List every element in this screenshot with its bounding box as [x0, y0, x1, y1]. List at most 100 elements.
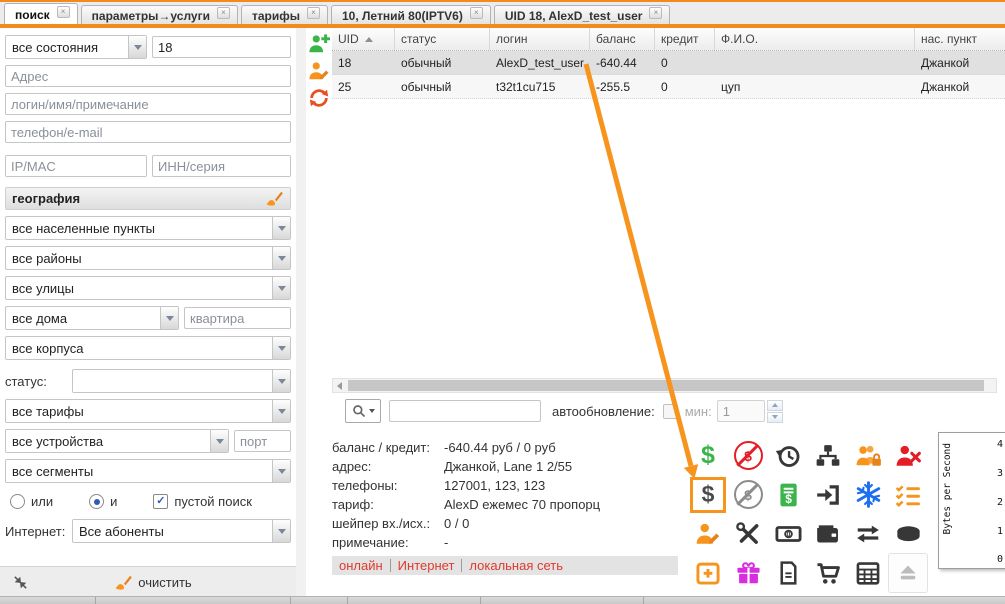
chevron-down-icon[interactable] — [272, 370, 290, 392]
checklist-button[interactable] — [888, 475, 928, 514]
uid-input[interactable] — [152, 36, 291, 58]
wallet-button[interactable] — [808, 514, 848, 553]
panel-splitter[interactable] — [296, 28, 306, 597]
edit-user-button[interactable] — [688, 514, 728, 553]
tab-user[interactable]: UID 18, AlexD_test_user × — [494, 5, 671, 26]
document-button[interactable] — [768, 553, 808, 592]
autorefresh-checkbox[interactable] — [663, 404, 678, 419]
charge-dollar-button[interactable]: $ — [688, 475, 728, 514]
tab-search[interactable]: поиск × — [4, 3, 78, 26]
chevron-down-icon[interactable] — [128, 36, 146, 58]
column-header-uid[interactable]: UID — [332, 28, 395, 50]
streets-select[interactable]: все улицы — [5, 276, 291, 300]
tab-house[interactable]: 10, Летний 80(IPTV6) × — [331, 5, 491, 26]
network-map-button[interactable] — [808, 436, 848, 475]
or-radio[interactable] — [10, 494, 25, 509]
eject-button[interactable] — [888, 553, 928, 592]
payment-blocked-button[interactable]: $ — [728, 436, 768, 475]
segments-select[interactable]: все сегменты — [5, 459, 291, 483]
users-lock-button[interactable] — [848, 436, 888, 475]
inn-input[interactable] — [152, 155, 291, 177]
column-header-balance[interactable]: баланс — [590, 28, 655, 50]
chevron-down-icon[interactable] — [210, 430, 228, 452]
stepper-down-button[interactable] — [767, 412, 783, 423]
login-name-input[interactable] — [5, 93, 291, 115]
cart-button[interactable] — [808, 553, 848, 592]
devices-select[interactable]: все устройства — [5, 429, 229, 453]
districts-select[interactable]: все районы — [5, 246, 291, 270]
sitemap-icon — [815, 443, 841, 469]
scroll-left-button[interactable] — [333, 379, 346, 392]
clear-brush-icon[interactable] — [265, 189, 284, 208]
freeze-button[interactable] — [848, 475, 888, 514]
status-select[interactable] — [72, 369, 291, 393]
close-icon[interactable]: × — [217, 7, 230, 19]
quick-search-input[interactable] — [389, 400, 541, 422]
and-radio[interactable] — [89, 494, 104, 509]
tab-params-services[interactable]: параметры→услуги × — [81, 5, 238, 26]
scrollbar-thumb[interactable] — [348, 380, 984, 391]
houses-select[interactable]: все дома — [5, 306, 179, 330]
chevron-down-icon[interactable] — [272, 217, 290, 239]
state-select[interactable]: все состояния — [5, 35, 147, 59]
stepper-up-button[interactable] — [767, 400, 783, 411]
charge-disabled-button[interactable]: $ — [728, 475, 768, 514]
chevron-down-icon[interactable] — [272, 460, 290, 482]
delete-user-button[interactable] — [888, 436, 928, 475]
column-header-status[interactable]: статус — [395, 28, 490, 50]
invoice-button[interactable]: $ — [768, 475, 808, 514]
internet-select[interactable]: Все абоненты — [72, 519, 291, 543]
clear-filters-button[interactable]: очистить — [0, 573, 306, 592]
detail-label: адрес: — [332, 457, 444, 476]
ip-mac-input[interactable] — [5, 155, 147, 177]
port-input[interactable] — [234, 430, 291, 452]
settlements-select[interactable]: все населенные пункты — [5, 216, 291, 240]
close-icon[interactable]: × — [649, 7, 662, 19]
buildings-select[interactable]: все корпуса — [5, 336, 291, 360]
gift-button[interactable] — [728, 553, 768, 592]
horizontal-scrollbar[interactable] — [332, 378, 997, 393]
chevron-down-icon[interactable] — [272, 520, 290, 542]
internet-link[interactable]: Интернет — [391, 559, 463, 572]
tab-tariffs[interactable]: тарифы × — [241, 5, 328, 26]
database-button[interactable] — [888, 514, 928, 553]
close-icon[interactable]: × — [307, 7, 320, 19]
add-user-button[interactable] — [308, 33, 330, 55]
phone-email-input[interactable] — [5, 121, 291, 143]
chevron-down-icon[interactable] — [272, 247, 290, 269]
tools-button[interactable] — [728, 514, 768, 553]
tariffs-select[interactable]: все тарифы — [5, 399, 291, 423]
close-icon[interactable]: × — [470, 7, 483, 19]
subscriber-details: баланс / кредит:-640.44 руб / 0 руб адре… — [332, 438, 678, 575]
online-link[interactable]: онлайн — [332, 559, 391, 572]
payment-dollar-button[interactable]: $ — [688, 436, 728, 475]
search-mode-button[interactable] — [345, 399, 381, 423]
column-header-login[interactable]: логин — [490, 28, 590, 50]
table-row[interactable]: 25 обычный t32t1cu715 -255.5 0 цуп Джанк… — [332, 75, 1005, 99]
edit-user-button[interactable] — [308, 60, 330, 82]
table-row[interactable]: 18 обычный AlexD_test_user -640.44 0 Джа… — [332, 51, 1005, 75]
schedule-button[interactable] — [848, 553, 888, 592]
column-header-credit[interactable]: кредит — [655, 28, 715, 50]
session-login-button[interactable] — [808, 475, 848, 514]
chevron-down-icon[interactable] — [272, 337, 290, 359]
detail-value: Джанкой, Lane 1 2/55 — [444, 457, 678, 476]
autorefresh-minutes-input[interactable] — [717, 400, 765, 422]
calendar-add-button[interactable] — [688, 553, 728, 592]
banknote-button[interactable]: 0 — [768, 514, 808, 553]
local-network-link[interactable]: локальная сеть — [462, 559, 570, 572]
column-header-settlement[interactable]: нас. пункт — [915, 28, 1005, 50]
address-input[interactable] — [5, 65, 291, 87]
empty-search-checkbox[interactable] — [153, 494, 168, 509]
chevron-down-icon[interactable] — [272, 400, 290, 422]
close-icon[interactable]: × — [57, 6, 70, 18]
flat-input[interactable] — [184, 307, 291, 329]
chevron-down-icon[interactable] — [272, 277, 290, 299]
column-header-fio[interactable]: Ф.И.О. — [715, 28, 915, 50]
transfer-button[interactable] — [848, 514, 888, 553]
collapse-panel-icon[interactable] — [12, 574, 29, 591]
detail-label: баланс / кредит: — [332, 438, 444, 457]
refresh-button[interactable] — [308, 87, 330, 109]
chevron-down-icon[interactable] — [160, 307, 178, 329]
history-button[interactable] — [768, 436, 808, 475]
